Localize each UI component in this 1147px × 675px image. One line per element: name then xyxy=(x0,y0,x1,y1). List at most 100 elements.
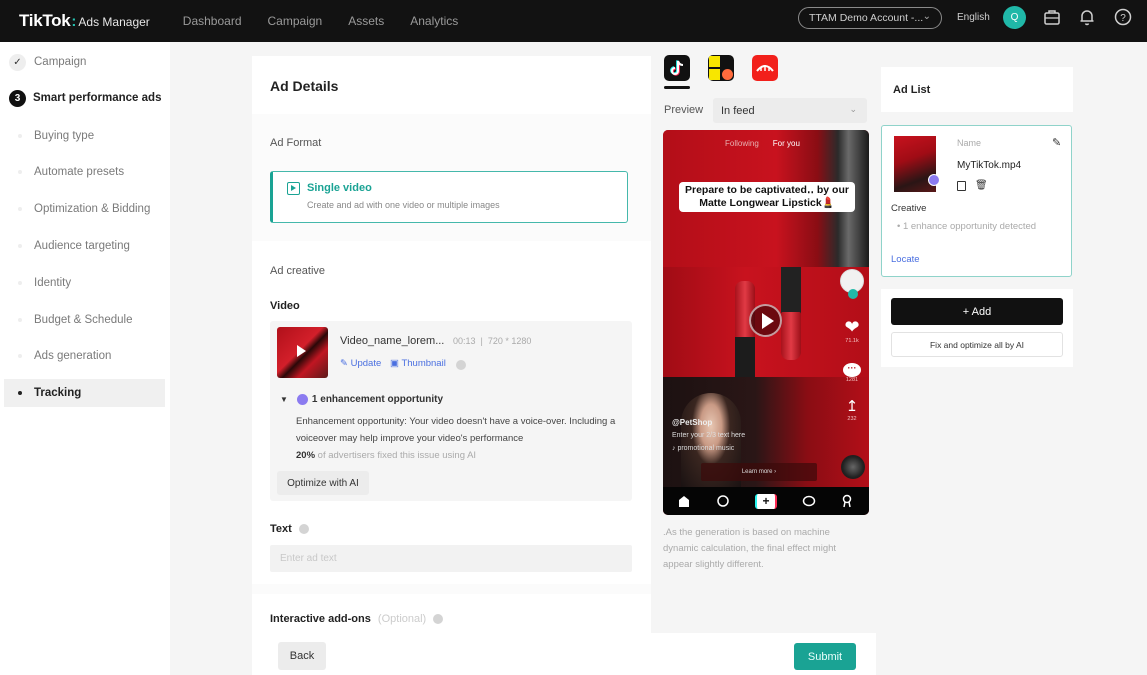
capcut-platform-icon[interactable] xyxy=(752,55,778,81)
share-count: 232 xyxy=(847,416,857,422)
tiktok-platform-icon[interactable] xyxy=(664,55,690,81)
enhancement-text: Enhancement opportunity: Your video does… xyxy=(296,416,616,444)
top-bar: TikTok : Ads Manager Dashboard Campaign … xyxy=(0,0,1147,42)
pencil-icon: ✎ xyxy=(340,358,348,369)
sidebar-item-label: Smart performance ads xyxy=(33,92,162,104)
sidebar-item-automate-presets[interactable]: Automate presets xyxy=(0,158,170,186)
comment-count: 1281 xyxy=(845,377,859,383)
delete-icon[interactable]: 🗑 xyxy=(975,180,988,191)
optimize-with-ai-button[interactable]: Optimize with AI xyxy=(277,471,369,495)
account-selector[interactable]: TTAM Demo Account -... ⌄ xyxy=(798,7,942,29)
sidebar-item-label: Campaign xyxy=(34,56,87,68)
logo-text: TikTok xyxy=(19,11,71,30)
sidebar-item-budget-schedule[interactable]: Budget & Schedule xyxy=(0,306,170,334)
logo-subtitle: Ads Manager xyxy=(78,15,150,29)
edit-icon[interactable]: ✎ xyxy=(1052,136,1061,149)
text-label-text: Text xyxy=(270,523,292,535)
enhancement-badge-icon xyxy=(928,174,940,186)
fix-optimize-all-button[interactable]: Fix and optimize all by AI xyxy=(891,332,1063,357)
music-label: ♪ promotional music xyxy=(672,445,735,452)
briefcase-icon[interactable] xyxy=(1042,7,1062,27)
sidebar-item-tracking[interactable]: Tracking xyxy=(4,379,165,407)
home-icon xyxy=(677,494,691,508)
help-icon[interactable]: ? xyxy=(1113,7,1133,27)
follow-plus-icon xyxy=(848,289,858,299)
sidebar-item-label: Budget & Schedule xyxy=(34,314,133,326)
nav-analytics[interactable]: Analytics xyxy=(410,14,458,28)
comment-icon: ··· 1281 xyxy=(839,358,865,383)
creative-issue: • 1 enhance opportunity detected xyxy=(897,221,1037,232)
copy-icon[interactable] xyxy=(957,181,966,191)
sidebar-item-identity[interactable]: Identity xyxy=(0,269,170,297)
sidebar-item-label: Optimization & Bidding xyxy=(34,203,151,215)
submit-button[interactable]: Submit xyxy=(794,643,856,670)
page-title: Ad Details xyxy=(270,78,339,94)
ad-name-label: Name xyxy=(957,138,982,148)
lipstick-case xyxy=(781,267,801,315)
thumbnail-link[interactable]: ▣ Thumbnail xyxy=(390,358,446,369)
tiktok-ads-logo[interactable]: TikTok : Ads Manager xyxy=(19,11,150,31)
stat-value: 20% xyxy=(296,450,316,461)
add-ad-button[interactable]: + Add xyxy=(891,298,1063,325)
sidebar-item-label: Tracking xyxy=(34,387,82,399)
feed-tabs: Following For you xyxy=(725,139,800,148)
sidebar-item-buying-type[interactable]: Buying type xyxy=(0,122,170,150)
help-icon[interactable] xyxy=(456,360,466,370)
sidebar-item-optimization-bidding[interactable]: Optimization & Bidding xyxy=(0,195,170,223)
discover-icon xyxy=(716,494,730,508)
language-selector[interactable]: English xyxy=(957,12,990,23)
single-video-option[interactable]: Single video Create and ad with one vide… xyxy=(270,171,628,223)
step-dot xyxy=(18,391,22,395)
nav-dashboard[interactable]: Dashboard xyxy=(183,14,242,28)
nav-assets[interactable]: Assets xyxy=(348,14,384,28)
step-dot xyxy=(18,170,22,174)
video-label: Video xyxy=(270,300,300,312)
tab-for-you: For you xyxy=(772,139,800,148)
update-video-link[interactable]: ✎ Update xyxy=(340,358,381,369)
like-count: 71.1k xyxy=(845,338,859,344)
step-dot xyxy=(18,354,22,358)
video-thumbnail[interactable] xyxy=(277,327,328,378)
sidebar-item-audience-targeting[interactable]: Audience targeting xyxy=(0,232,170,260)
locate-link[interactable]: Locate xyxy=(891,254,920,265)
bell-icon[interactable] xyxy=(1077,7,1097,27)
ad-text-input[interactable] xyxy=(270,545,632,572)
ad-list-header: Ad List xyxy=(881,67,1073,112)
preview-disclaimer: .As the generation is based on machine d… xyxy=(663,527,837,570)
section-divider xyxy=(252,584,651,594)
help-icon[interactable] xyxy=(298,524,309,535)
tab-following: Following xyxy=(725,139,759,148)
creator-avatar xyxy=(840,269,864,299)
lipstick-image xyxy=(781,312,801,360)
help-icon[interactable] xyxy=(433,614,444,625)
play-button[interactable] xyxy=(749,304,782,337)
ad-creative-label: Ad creative xyxy=(270,265,326,277)
sidebar-item-smart-performance-ads[interactable]: 3 Smart performance ads xyxy=(0,84,170,112)
enhancement-toggle[interactable]: ▼ 1 enhancement opportunity xyxy=(280,394,443,405)
thumbnail-label: Thumbnail xyxy=(401,358,446,369)
video-name: Video_name_lorem... xyxy=(340,335,445,347)
logo-colon: : xyxy=(71,13,77,30)
sidebar-item-ads-generation[interactable]: Ads generation xyxy=(0,342,170,370)
caret-down-icon: ▼ xyxy=(280,395,288,404)
sidebar-item-label: Identity xyxy=(34,277,72,289)
ad-name: MyTikTok.mp4 xyxy=(957,160,1022,171)
svg-text:?: ? xyxy=(1120,13,1126,24)
ad-list-item[interactable]: Name ✎ MyTikTok.mp4 🗑 Creative • 1 enhan… xyxy=(881,125,1072,277)
form-footer: Back Submit xyxy=(252,633,876,675)
step-dot xyxy=(18,207,22,211)
back-button[interactable]: Back xyxy=(278,642,326,670)
interactive-addons-label: Interactive add-ons (Optional) xyxy=(270,613,444,625)
stat-text: of advertisers fixed this issue using AI xyxy=(317,450,477,461)
creative-label: Creative xyxy=(891,203,927,214)
nav-campaign[interactable]: Campaign xyxy=(268,14,323,28)
sidebar-item-campaign[interactable]: ✓ Campaign xyxy=(0,48,170,76)
enhancement-stat: 20% of advertisers fixed this issue usin… xyxy=(296,450,476,461)
active-platform-indicator xyxy=(664,86,690,89)
placement-select[interactable]: In feed ⌄ xyxy=(713,98,867,123)
user-avatar[interactable]: Q xyxy=(1003,6,1026,29)
option-title: Single video xyxy=(307,182,372,194)
phone-bottom-nav: + xyxy=(663,487,869,515)
ad-text-preview: Enter your 2/3 text here xyxy=(672,432,746,439)
pangle-platform-icon[interactable] xyxy=(708,55,734,81)
